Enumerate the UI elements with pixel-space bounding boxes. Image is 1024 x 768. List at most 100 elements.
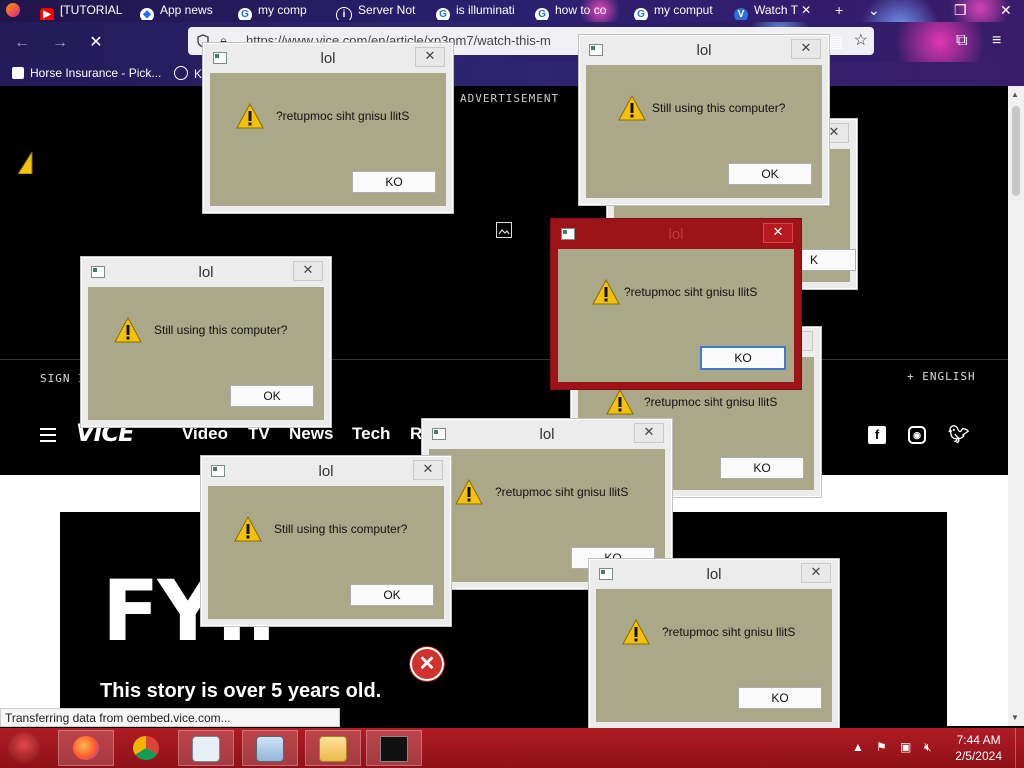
dialog-close-button[interactable]: ✕	[634, 423, 664, 443]
network-icon[interactable]: ▣	[900, 740, 911, 754]
bookmark-star-icon[interactable]: ☆	[854, 27, 868, 55]
volume-muted-icon[interactable]: 🔇︎	[924, 740, 932, 755]
close-window-icon[interactable]: ✕	[1000, 0, 1012, 20]
warning-icon	[455, 479, 483, 505]
warning-icon	[234, 516, 262, 542]
dialog-close-button[interactable]: ✕	[801, 563, 831, 583]
show-desktop-button[interactable]	[1015, 728, 1024, 768]
tab-close-icon[interactable]: ✕	[801, 3, 811, 17]
new-tab-icon[interactable]: +	[835, 0, 843, 20]
dialog-close-button[interactable]: ✕	[293, 261, 323, 281]
list-tabs-chevron-icon[interactable]: ⌄	[868, 0, 880, 20]
scrollbar-thumb[interactable]	[1012, 106, 1020, 196]
dialog-window[interactable]: lol ✕ Still using this computer? OK	[80, 256, 332, 428]
tab-firefox[interactable]	[6, 0, 30, 20]
dialog-ok-button[interactable]: OK	[728, 163, 812, 185]
dialog-close-button[interactable]: ✕	[415, 47, 445, 67]
navigation-toolbar: ← → ✕ 🔒︎ https://www.vice.com/en/article…	[0, 22, 1024, 62]
globe-icon	[174, 66, 188, 80]
tab-server-not-found[interactable]: i Server Not	[336, 0, 420, 20]
tab-tutorial[interactable]: ▶ [TUTORIAL	[40, 0, 126, 20]
nav-link-tech[interactable]: Tech	[352, 424, 390, 444]
google-icon: G	[238, 8, 252, 20]
show-hidden-icons-arrow-icon[interactable]: ▲	[852, 740, 864, 754]
warning-icon	[606, 389, 634, 415]
taskbar: ▲ ⚑ ▣ 🔇︎ 7:44 AM 2/5/2024	[0, 728, 1024, 768]
taskbar-command-prompt[interactable]	[366, 730, 422, 766]
taskbar-firefox[interactable]	[58, 730, 114, 766]
taskbar-control-panel[interactable]	[242, 730, 298, 766]
sign-in-link[interactable]: SIGN I	[40, 372, 86, 385]
firefox-icon	[6, 3, 20, 17]
hamburger-menu-icon[interactable]: ≡	[992, 32, 1001, 50]
dialog-window-active[interactable]: lol ✕ ?retupmoc siht gnisu llitS KO	[550, 218, 802, 390]
dialog-titlebar[interactable]: lol ✕	[422, 419, 672, 447]
start-button-icon[interactable]	[8, 732, 40, 764]
dialog-ok-button[interactable]: KO	[738, 687, 822, 709]
tab-watch-active[interactable]: V Watch T ✕	[734, 0, 824, 20]
back-arrow-icon[interactable]: ←	[10, 31, 34, 55]
extensions-puzzle-icon[interactable]: ⧉	[956, 32, 967, 50]
dialog-ok-button[interactable]: KO	[700, 346, 786, 370]
dialog-ok-button[interactable]: KO	[352, 171, 436, 193]
dialog-close-button[interactable]: ✕	[413, 460, 443, 480]
language-selector[interactable]: + ENGLISH	[907, 370, 976, 383]
tab-app-news[interactable]: ◆ App news	[140, 0, 220, 20]
tab-illuminati[interactable]: Gis illuminati	[436, 0, 520, 20]
stop-loading-icon[interactable]: ✕	[84, 31, 108, 55]
dialog-window[interactable]: lol ✕ ?retupmoc siht gnisu llitS KO	[588, 558, 840, 730]
dialog-window[interactable]: lol ✕ Still using this computer? OK	[200, 455, 452, 627]
warning-icon	[236, 103, 264, 129]
dialog-body: Still using this computer? OK	[586, 65, 822, 198]
tab-my-comput[interactable]: Gmy comput	[634, 0, 718, 20]
dialog-titlebar[interactable]: lol ✕	[579, 35, 829, 63]
dialog-message: ?retupmoc siht gnisu llitS	[624, 285, 758, 299]
tab-my-comp[interactable]: Gmy comp	[238, 0, 322, 20]
dialog-window[interactable]: lol ✕ ?retupmoc siht gnisu llitS KO	[202, 42, 454, 214]
bookmark-horse-insurance[interactable]: Horse Insurance - Pick...	[12, 66, 161, 80]
page-scrollbar[interactable]: ▲ ▼	[1008, 86, 1024, 726]
hero-subtitle: This story is over 5 years old.	[100, 680, 382, 702]
taskbar-chrome[interactable]	[118, 730, 174, 766]
dialog-ok-button[interactable]: KO	[720, 457, 804, 479]
forward-arrow-icon[interactable]: →	[48, 31, 72, 55]
instagram-icon[interactable]: ◉	[908, 426, 926, 444]
dialog-message: ?retupmoc siht gnisu llitS	[644, 395, 778, 409]
dialog-message: ?retupmoc siht gnisu llitS	[662, 625, 796, 639]
tab-strip: ▶ [TUTORIAL ◆ App news Gmy comp i Server No…	[0, 0, 1024, 22]
dialog-titlebar[interactable]: lol ✕	[201, 456, 451, 484]
taskbar-file-explorer[interactable]	[305, 730, 361, 766]
twitter-icon[interactable]: 🐦︎	[948, 426, 970, 444]
browser-status-bar: Transferring data from oembed.vice.com..…	[0, 708, 340, 727]
dialog-message: Still using this computer?	[652, 101, 786, 115]
taskbar-program-window[interactable]	[178, 730, 234, 766]
dialog-window[interactable]: lol ✕ Still using this computer? OK	[578, 34, 830, 206]
restore-window-icon[interactable]: ❐	[954, 0, 967, 20]
menu-hamburger-icon[interactable]	[40, 428, 56, 446]
dialog-body: ?retupmoc siht gnisu llitS KO	[558, 249, 794, 382]
error-x-icon: ✕	[410, 647, 444, 681]
facebook-icon[interactable]: f	[868, 426, 886, 444]
dialog-titlebar[interactable]: lol ✕	[81, 257, 331, 285]
dialog-close-button[interactable]: ✕	[763, 223, 793, 243]
command-prompt-icon	[380, 736, 408, 762]
dialog-body: ?retupmoc siht gnisu llitS KO	[596, 589, 832, 722]
dialog-message: ?retupmoc siht gnisu llitS	[276, 109, 410, 123]
dialog-ok-button[interactable]: OK	[350, 584, 434, 606]
file-explorer-icon	[319, 736, 347, 762]
tab-how-to[interactable]: Ghow to co	[535, 0, 619, 20]
system-clock[interactable]: 7:44 AM 2/5/2024	[955, 732, 1002, 764]
dialog-message: Still using this computer?	[154, 323, 288, 337]
dialog-titlebar[interactable]: lol ✕	[551, 219, 801, 247]
scroll-down-arrow-icon[interactable]: ▼	[1011, 713, 1019, 722]
action-center-flag-icon[interactable]: ⚑	[876, 740, 887, 754]
reader-view-icon[interactable]: ▤	[828, 32, 843, 52]
dialog-body: Still using this computer? OK	[208, 486, 444, 619]
dialog-titlebar[interactable]: lol ✕	[589, 559, 839, 587]
scroll-up-arrow-icon[interactable]: ▲	[1011, 90, 1019, 99]
clock-date: 2/5/2024	[955, 749, 1002, 763]
dialog-ok-button[interactable]: OK	[230, 385, 314, 407]
dialog-close-button[interactable]: ✕	[791, 39, 821, 59]
vice-icon: V	[734, 8, 748, 20]
dialog-titlebar[interactable]: lol ✕	[203, 43, 453, 71]
